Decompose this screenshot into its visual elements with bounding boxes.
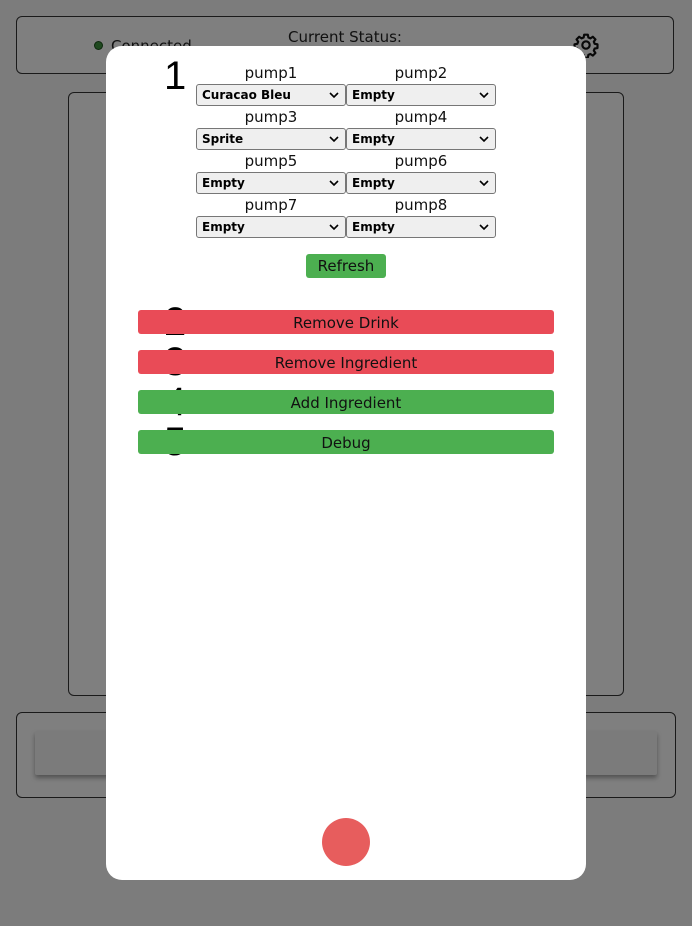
pump5-select[interactable]: Empty — [196, 172, 346, 194]
chevron-down-icon — [479, 224, 489, 231]
remove-ingredient-button[interactable]: Remove Ingredient — [138, 350, 554, 374]
pump-label: pump2 — [394, 64, 448, 82]
pump-label: pump7 — [244, 196, 298, 214]
pump-select-value: Empty — [352, 132, 395, 146]
pump4-select[interactable]: Empty — [346, 128, 496, 150]
remove-drink-button[interactable]: Remove Drink — [138, 310, 554, 334]
pump1-select[interactable]: Curacao Bleu — [196, 84, 346, 106]
pump-select-value: Empty — [352, 88, 395, 102]
pump-select-value: Empty — [202, 220, 245, 234]
pump8-select[interactable]: Empty — [346, 216, 496, 238]
pump-cell-5: pump5 Empty — [196, 150, 346, 194]
pump-cell-8: pump8 Empty — [346, 194, 496, 238]
step-number-1: 1 — [164, 54, 187, 98]
pump-select-value: Sprite — [202, 132, 244, 146]
pump-label: pump6 — [394, 152, 448, 170]
pump-select-value: Empty — [352, 176, 395, 190]
pump-cell-1: pump1 Curacao Bleu — [196, 62, 346, 106]
pump-label: pump4 — [394, 108, 448, 126]
pump-cell-7: pump7 Empty — [196, 194, 346, 238]
debug-button[interactable]: Debug — [138, 430, 554, 454]
pump-label: pump1 — [244, 64, 298, 82]
refresh-button[interactable]: Refresh — [306, 254, 386, 278]
pump-cell-2: pump2 Empty — [346, 62, 496, 106]
chevron-down-icon — [329, 180, 339, 187]
pump-select-value: Empty — [352, 220, 395, 234]
chevron-down-icon — [479, 180, 489, 187]
chevron-down-icon — [329, 92, 339, 99]
pump2-select[interactable]: Empty — [346, 84, 496, 106]
pump-label: pump3 — [244, 108, 298, 126]
pump-label: pump5 — [244, 152, 298, 170]
pump-label: pump8 — [394, 196, 448, 214]
chevron-down-icon — [329, 136, 339, 143]
pump6-select[interactable]: Empty — [346, 172, 496, 194]
pump-select-value: Empty — [202, 176, 245, 190]
chevron-down-icon — [479, 92, 489, 99]
chevron-down-icon — [329, 224, 339, 231]
add-ingredient-button[interactable]: Add Ingredient — [138, 390, 554, 414]
pump-cell-3: pump3 Sprite — [196, 106, 346, 150]
pump-cell-6: pump6 Empty — [346, 150, 496, 194]
pump3-select[interactable]: Sprite — [196, 128, 346, 150]
pump7-select[interactable]: Empty — [196, 216, 346, 238]
close-modal-button[interactable] — [322, 818, 370, 866]
settings-modal: 1 2 3 4 5 pump1 Curacao Bleu pump2 Empty… — [106, 46, 586, 880]
pump-select-value: Curacao Bleu — [202, 88, 291, 102]
pump-cell-4: pump4 Empty — [346, 106, 496, 150]
chevron-down-icon — [479, 136, 489, 143]
